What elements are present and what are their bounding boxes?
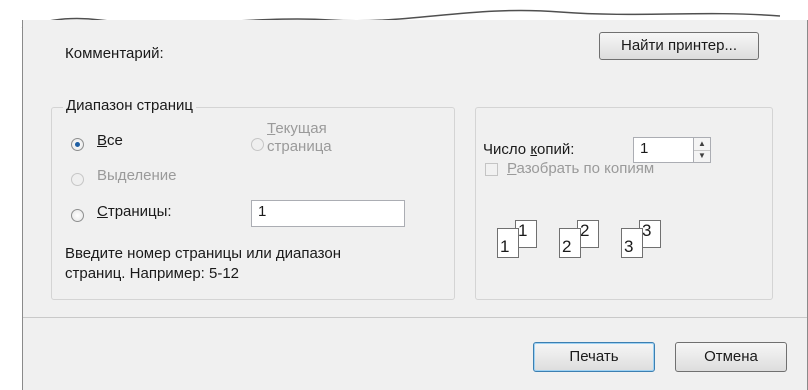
all-pages-label[interactable]: Все bbox=[97, 132, 123, 149]
copies-label: Число копий: bbox=[483, 141, 575, 158]
current-page-radio[interactable] bbox=[251, 138, 264, 151]
collate-icon-set-3: 3 3 bbox=[621, 220, 669, 258]
copies-stepper[interactable]: ▲ ▼ bbox=[693, 137, 711, 163]
comment-label: Комментарий: bbox=[65, 45, 164, 62]
page-icon: 3 bbox=[621, 228, 643, 258]
collate-icon-set-2: 2 2 bbox=[559, 220, 607, 258]
page-range-hint-line1: Введите номер страницы или диапазон bbox=[65, 245, 341, 262]
collate-checkbox[interactable] bbox=[485, 163, 498, 176]
pages-radio[interactable] bbox=[71, 209, 84, 222]
page-range-hint-line2: страниц. Например: 5-12 bbox=[65, 265, 240, 282]
footer-divider bbox=[23, 317, 807, 318]
collate-label[interactable]: Разобрать по копиям bbox=[507, 160, 654, 177]
copies-group bbox=[475, 107, 773, 300]
print-button[interactable]: Печать bbox=[533, 342, 655, 372]
all-pages-radio[interactable] bbox=[71, 138, 84, 151]
print-dialog: Комментарий: Найти принтер... Диапазон с… bbox=[22, 20, 808, 390]
stepper-down-icon[interactable]: ▼ bbox=[694, 150, 710, 162]
page-icon: 2 bbox=[559, 228, 581, 258]
pages-input[interactable]: 1 bbox=[251, 200, 405, 227]
current-page-label[interactable]: Текущая страница bbox=[267, 120, 332, 156]
page-range-title: Диапазон страниц bbox=[63, 97, 196, 114]
cancel-button[interactable]: Отмена bbox=[675, 342, 787, 372]
find-printer-button[interactable]: Найти принтер... bbox=[599, 32, 759, 60]
selection-radio[interactable] bbox=[71, 173, 84, 186]
page-icon: 1 bbox=[497, 228, 519, 258]
collate-icon-set-1: 1 1 bbox=[497, 220, 545, 258]
selection-label[interactable]: Выделение bbox=[97, 167, 177, 184]
pages-label[interactable]: Страницы: bbox=[97, 203, 172, 220]
